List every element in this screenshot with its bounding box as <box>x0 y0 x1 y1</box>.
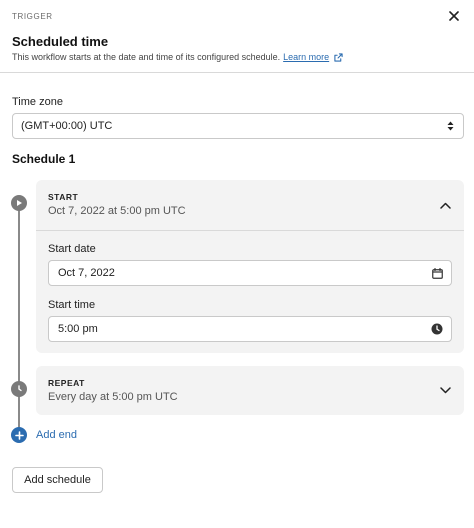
expand-repeat-button[interactable] <box>438 383 452 397</box>
add-schedule-button[interactable]: Add schedule <box>12 467 103 493</box>
repeat-card[interactable]: REPEAT Every day at 5:00 pm UTC <box>36 366 464 415</box>
page-subtitle: This workflow starts at the date and tim… <box>12 52 343 62</box>
start-node <box>11 195 27 211</box>
play-icon <box>17 200 22 206</box>
chevron-up-icon <box>439 202 451 209</box>
start-card: START Oct 7, 2022 at 5:00 pm UTC Start d… <box>36 180 464 353</box>
add-end-node[interactable] <box>11 427 27 443</box>
repeat-kicker: REPEAT <box>48 378 85 388</box>
subtitle-text: This workflow starts at the date and tim… <box>12 52 281 62</box>
header-divider <box>0 72 474 73</box>
start-card-header[interactable]: START Oct 7, 2022 at 5:00 pm UTC <box>36 180 464 230</box>
start-date-input[interactable]: Oct 7, 2022 <box>48 260 452 286</box>
start-time-label: Start time <box>48 299 96 311</box>
repeat-node <box>11 381 27 397</box>
start-kicker: START <box>48 192 79 202</box>
timezone-value: (GMT+00:00) UTC <box>21 120 113 132</box>
external-link-icon <box>334 52 343 62</box>
repeat-card-header[interactable]: REPEAT Every day at 5:00 pm UTC <box>36 366 464 416</box>
start-summary: Oct 7, 2022 at 5:00 pm UTC <box>48 205 186 217</box>
clock-icon <box>18 385 22 392</box>
close-button[interactable] <box>446 8 462 24</box>
add-end-link[interactable]: Add end <box>36 429 77 441</box>
start-date-label: Start date <box>48 243 96 255</box>
collapse-start-button[interactable] <box>438 198 452 212</box>
trigger-panel: TRIGGER Scheduled time This workflow sta… <box>0 0 474 528</box>
learn-more-link[interactable]: Learn more <box>283 52 329 62</box>
plus-circle-icon <box>14 430 24 440</box>
start-date-value: Oct 7, 2022 <box>58 267 115 279</box>
clock-icon[interactable] <box>431 323 443 335</box>
add-end-label: Add end <box>36 429 77 441</box>
sort-arrows-icon <box>447 121 454 131</box>
start-time-input[interactable]: 5:00 pm <box>48 316 452 342</box>
timezone-label: Time zone <box>12 96 63 108</box>
chevron-down-icon <box>439 386 451 393</box>
start-card-divider <box>36 230 464 231</box>
page-title: Scheduled time <box>12 34 109 49</box>
schedule-title: Schedule 1 <box>12 152 76 166</box>
panel-eyebrow: TRIGGER <box>12 12 53 21</box>
calendar-icon[interactable] <box>432 267 443 279</box>
close-icon <box>449 11 459 21</box>
timezone-select[interactable]: (GMT+00:00) UTC <box>12 113 464 139</box>
start-time-value: 5:00 pm <box>58 323 98 335</box>
repeat-summary: Every day at 5:00 pm UTC <box>48 391 178 403</box>
